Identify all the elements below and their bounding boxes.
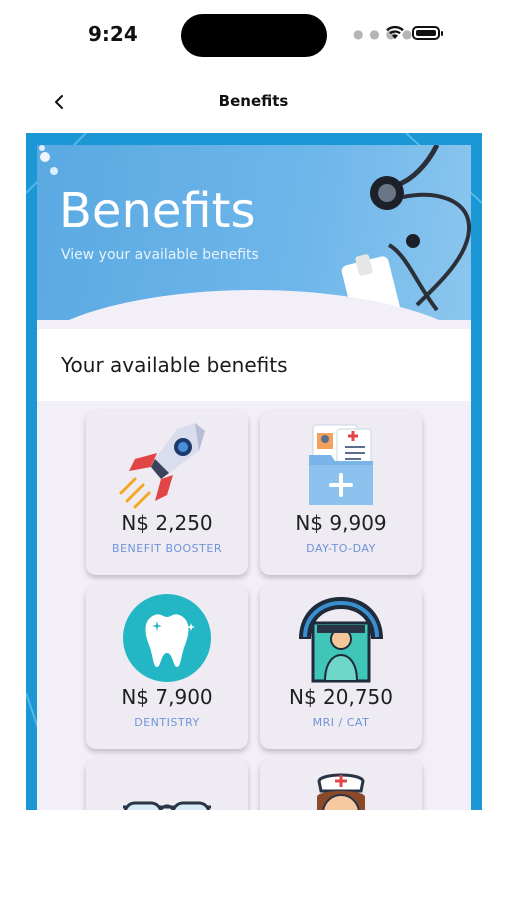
medical-folder-icon (309, 424, 373, 505)
benefit-amount: N$ 2,250 (121, 511, 213, 535)
benefit-card-dentistry[interactable]: N$ 7,900 DENTISTRY (86, 585, 248, 749)
rocket-icon (119, 423, 205, 509)
benefit-card-day-to-day[interactable]: N$ 9,909 DAY-TO-DAY (260, 411, 422, 575)
benefit-card-nursing[interactable] (260, 759, 422, 810)
nurse-icon (317, 773, 365, 810)
benefit-label: MRI / CAT (312, 716, 370, 729)
benefit-card-optical[interactable] (86, 759, 248, 810)
benefit-amount: N$ 7,900 (121, 685, 213, 709)
benefit-amount: N$ 9,909 (295, 511, 387, 535)
benefit-card-benefit-booster[interactable]: N$ 2,250 BENEFIT BOOSTER (86, 411, 248, 575)
banner-title: Benefits (59, 183, 256, 239)
status-time: 9:24 (88, 22, 138, 46)
glasses-icon (123, 801, 211, 810)
benefits-frame: Benefits View your available benefits Yo… (26, 133, 482, 810)
mri-scanner-icon (299, 597, 383, 683)
tooth-icon (123, 594, 211, 682)
benefits-banner: Benefits View your available benefits (37, 145, 471, 320)
benefit-card-mri-cat[interactable]: N$ 20,750 MRI / CAT (260, 585, 422, 749)
section-header: Your available benefits (37, 329, 471, 401)
battery-icon (412, 26, 443, 40)
benefit-label: DENTISTRY (134, 716, 200, 729)
benefits-content: Benefits View your available benefits Yo… (37, 145, 471, 810)
benefit-amount: N$ 20,750 (288, 685, 394, 709)
benefit-label: BENEFIT BOOSTER (112, 542, 222, 555)
navigation-bar: Benefits (0, 82, 507, 122)
stethoscope-icon (341, 145, 471, 320)
status-bar: 9:24 ● ● ● ● (0, 0, 507, 70)
wifi-icon (386, 25, 404, 39)
banner-subtitle: View your available benefits (61, 247, 259, 263)
section-title: Your available benefits (61, 353, 288, 377)
dynamic-island (181, 14, 327, 57)
page-title: Benefits (218, 92, 289, 110)
benefit-label: DAY-TO-DAY (306, 542, 376, 555)
